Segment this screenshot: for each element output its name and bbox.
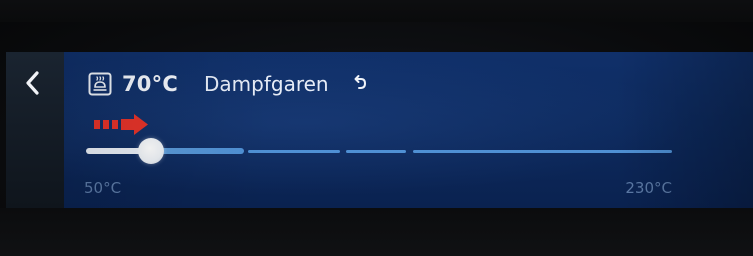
display-bezel-top bbox=[0, 0, 753, 22]
track-segment bbox=[413, 150, 672, 153]
control-screen: 70°C Dampfgaren 50°C 230°C bbox=[64, 52, 753, 208]
track-segment bbox=[248, 150, 340, 153]
undo-arrow-icon[interactable] bbox=[351, 74, 369, 92]
red-arrow-icon bbox=[94, 114, 148, 135]
slider-thumb[interactable] bbox=[138, 138, 164, 164]
steam-oven-icon[interactable] bbox=[88, 72, 112, 96]
slider-fill bbox=[86, 148, 244, 154]
oven-display: 70°C Dampfgaren 50°C 230°C bbox=[0, 0, 753, 256]
track-segment bbox=[346, 150, 406, 153]
slider-max-label: 230°C bbox=[625, 179, 672, 197]
chevron-left-icon[interactable] bbox=[22, 70, 44, 96]
temperature-slider[interactable] bbox=[86, 138, 672, 164]
temperature-value[interactable]: 70°C bbox=[122, 71, 178, 97]
mode-name[interactable]: Dampfgaren bbox=[204, 71, 329, 97]
slider-min-label: 50°C bbox=[84, 179, 122, 197]
display-bezel-bottom bbox=[0, 208, 753, 256]
